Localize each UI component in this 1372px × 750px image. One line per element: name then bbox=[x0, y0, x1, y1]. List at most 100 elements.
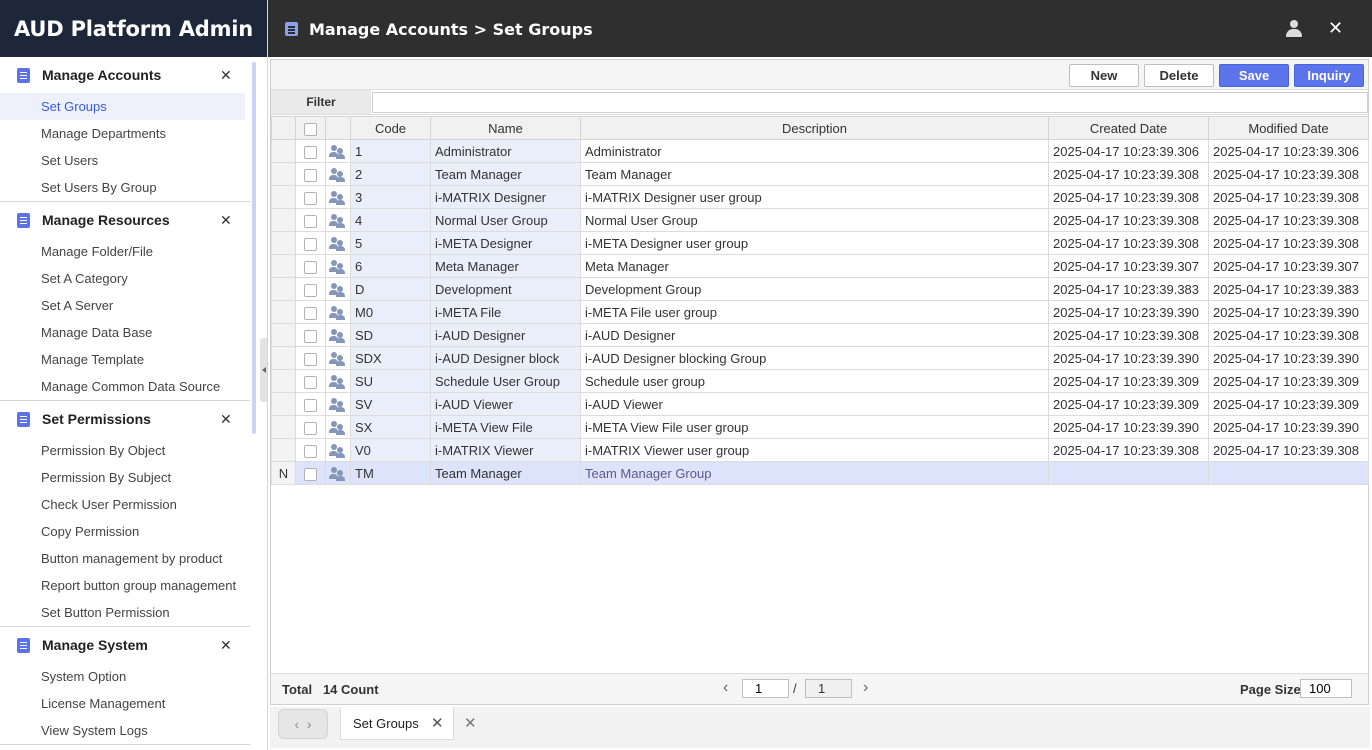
sidebar-item[interactable]: Set Button Permission bbox=[0, 599, 250, 626]
cell-description[interactable]: Team Manager Group bbox=[580, 461, 1049, 485]
prev-page-icon[interactable]: ‹ bbox=[723, 680, 728, 696]
column-header-code[interactable]: Code bbox=[350, 116, 431, 140]
cell-description[interactable]: Administrator bbox=[580, 139, 1049, 163]
cell-name[interactable]: i-META Designer bbox=[430, 231, 581, 255]
row-checkbox[interactable] bbox=[295, 323, 326, 347]
user-icon[interactable] bbox=[1285, 20, 1303, 38]
cell-description[interactable]: i-MATRIX Viewer user group bbox=[580, 438, 1049, 462]
cell-description[interactable]: Meta Manager bbox=[580, 254, 1049, 278]
sidebar-item[interactable]: Set A Server bbox=[0, 292, 250, 319]
cell-name[interactable]: i-AUD Viewer bbox=[430, 392, 581, 416]
cell-description[interactable]: i-MATRIX Designer user group bbox=[580, 185, 1049, 209]
filter-input[interactable] bbox=[372, 92, 1368, 113]
table-row[interactable]: M0 i-META File i-META File user group 2025-… bbox=[271, 300, 1369, 324]
cell-code[interactable]: SU bbox=[350, 369, 431, 393]
cell-description[interactable]: i-AUD Viewer bbox=[580, 392, 1049, 416]
sidebar-item[interactable]: Set Groups bbox=[0, 93, 245, 120]
table-row[interactable]: 3 i-MATRIX Designer i-MATRIX Designer user… bbox=[271, 185, 1369, 209]
row-checkbox[interactable] bbox=[295, 231, 326, 255]
row-checkbox[interactable] bbox=[295, 277, 326, 301]
cell-description[interactable]: Development Group bbox=[580, 277, 1049, 301]
cell-code[interactable]: 4 bbox=[350, 208, 431, 232]
cell-name[interactable]: i-AUD Designer bbox=[430, 323, 581, 347]
collapse-group-icon[interactable]: ✕ bbox=[220, 412, 232, 426]
tab-set-groups[interactable]: Set Groups ✕ bbox=[340, 707, 454, 740]
column-header-modified-date[interactable]: Modified Date bbox=[1208, 116, 1369, 140]
cell-code[interactable]: 2 bbox=[350, 162, 431, 186]
sidebar-item[interactable]: Permission By Object bbox=[0, 437, 250, 464]
cell-code[interactable]: D bbox=[350, 277, 431, 301]
sidebar-item[interactable]: Manage Folder/File bbox=[0, 238, 250, 265]
cell-name[interactable]: i-MATRIX Viewer bbox=[430, 438, 581, 462]
close-all-tabs-icon[interactable]: ✕ bbox=[464, 714, 477, 732]
row-checkbox[interactable] bbox=[295, 185, 326, 209]
cell-code[interactable]: M0 bbox=[350, 300, 431, 324]
cell-description[interactable]: i-AUD Designer bbox=[580, 323, 1049, 347]
cell-name[interactable]: i-MATRIX Designer bbox=[430, 185, 581, 209]
row-checkbox[interactable] bbox=[295, 162, 326, 186]
tab-scroll-arrows[interactable]: ‹ › bbox=[278, 709, 328, 739]
table-row[interactable]: SU Schedule User Group Schedule user group… bbox=[271, 369, 1369, 393]
table-row[interactable]: V0 i-MATRIX Viewer i-MATRIX Viewer user gr… bbox=[271, 438, 1369, 462]
sidebar-item[interactable]: Button management by product bbox=[0, 545, 250, 572]
sidebar-item[interactable]: Set A Category bbox=[0, 265, 250, 292]
cell-name[interactable]: i-META View File bbox=[430, 415, 581, 439]
row-checkbox[interactable] bbox=[295, 461, 326, 485]
table-row[interactable]: SV i-AUD Viewer i-AUD Viewer 2025-04-17 10:… bbox=[271, 392, 1369, 416]
column-header-name[interactable]: Name bbox=[430, 116, 581, 140]
select-all-checkbox[interactable] bbox=[295, 116, 326, 140]
cell-name[interactable]: Development bbox=[430, 277, 581, 301]
menu-group-header[interactable]: Manage Resources ✕ bbox=[0, 202, 250, 238]
table-row[interactable]: N TM Team Manager Team Manager Group bbox=[271, 461, 1369, 485]
row-checkbox[interactable] bbox=[295, 369, 326, 393]
cell-code[interactable]: 5 bbox=[350, 231, 431, 255]
table-row[interactable]: 4 Normal User Group Normal User Group 2025-… bbox=[271, 208, 1369, 232]
row-checkbox[interactable] bbox=[295, 208, 326, 232]
current-page-input[interactable] bbox=[742, 679, 789, 698]
menu-group-header[interactable]: Manage System ✕ bbox=[0, 627, 250, 663]
sidebar-item[interactable]: Copy Permission bbox=[0, 518, 250, 545]
row-checkbox[interactable] bbox=[295, 300, 326, 324]
row-checkbox[interactable] bbox=[295, 139, 326, 163]
collapse-group-icon[interactable]: ✕ bbox=[220, 68, 232, 82]
cell-name[interactable]: i-META File bbox=[430, 300, 581, 324]
cell-name[interactable]: Normal User Group bbox=[430, 208, 581, 232]
row-checkbox[interactable] bbox=[295, 346, 326, 370]
cell-code[interactable]: SDX bbox=[350, 346, 431, 370]
close-icon[interactable]: ✕ bbox=[1328, 18, 1343, 38]
tab-close-icon[interactable]: ✕ bbox=[431, 714, 444, 732]
sidebar-item[interactable]: Permission By Subject bbox=[0, 464, 250, 491]
sidebar-item[interactable]: Manage Template bbox=[0, 346, 250, 373]
menu-group-header[interactable]: Manage Accounts ✕ bbox=[0, 57, 250, 93]
inquiry-button[interactable]: Inquiry bbox=[1294, 64, 1364, 87]
table-row[interactable]: D Development Development Group 2025-04-17 … bbox=[271, 277, 1369, 301]
table-row[interactable]: 6 Meta Manager Meta Manager 2025-04-17 10:2… bbox=[271, 254, 1369, 278]
next-page-icon[interactable]: › bbox=[863, 680, 868, 696]
cell-code[interactable]: TM bbox=[350, 461, 431, 485]
row-checkbox[interactable] bbox=[295, 392, 326, 416]
cell-description[interactable]: Normal User Group bbox=[580, 208, 1049, 232]
cell-code[interactable]: SV bbox=[350, 392, 431, 416]
cell-description[interactable]: Schedule user group bbox=[580, 369, 1049, 393]
row-checkbox[interactable] bbox=[295, 438, 326, 462]
sidebar-item[interactable]: Manage Departments bbox=[0, 120, 250, 147]
table-row[interactable]: SDX i-AUD Designer block i-AUD Designer bl… bbox=[271, 346, 1369, 370]
menu-group-header[interactable]: Set Permissions ✕ bbox=[0, 401, 250, 437]
cell-name[interactable]: Schedule User Group bbox=[430, 369, 581, 393]
save-button[interactable]: Save bbox=[1219, 64, 1289, 87]
cell-name[interactable]: Team Manager bbox=[430, 162, 581, 186]
cell-code[interactable]: V0 bbox=[350, 438, 431, 462]
cell-name[interactable]: Administrator bbox=[430, 139, 581, 163]
sidebar-item[interactable]: Manage Common Data Source bbox=[0, 373, 250, 400]
row-checkbox[interactable] bbox=[295, 254, 326, 278]
cell-code[interactable]: SX bbox=[350, 415, 431, 439]
table-row[interactable]: 5 i-META Designer i-META Designer user gro… bbox=[271, 231, 1369, 255]
cell-description[interactable]: i-META View File user group bbox=[580, 415, 1049, 439]
new-button[interactable]: New bbox=[1069, 64, 1139, 87]
cell-code[interactable]: 6 bbox=[350, 254, 431, 278]
sidebar-item[interactable]: View System Logs bbox=[0, 717, 250, 744]
cell-description[interactable]: i-META File user group bbox=[580, 300, 1049, 324]
sidebar-scrollbar[interactable] bbox=[252, 62, 256, 434]
table-row[interactable]: 1 Administrator Administrator 2025-04-17 10… bbox=[271, 139, 1369, 163]
sidebar-item[interactable]: Set Users By Group bbox=[0, 174, 250, 201]
